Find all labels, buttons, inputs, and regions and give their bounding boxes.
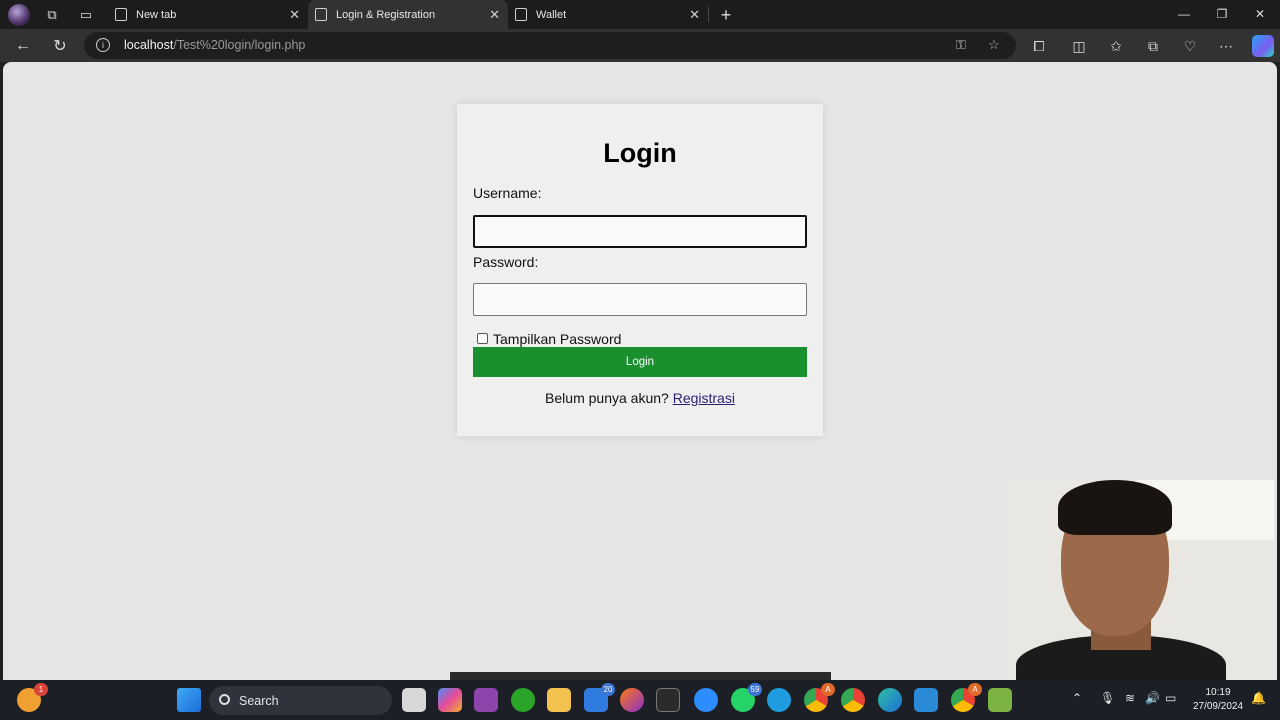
chrome-icon[interactable]: A [804,683,835,712]
password-label: Password: [473,254,539,270]
webcam-overlay [1006,480,1274,680]
register-prompt: Belum punya akun? Registrasi [457,390,823,406]
terminal-icon[interactable] [656,688,680,712]
close-tab-icon[interactable]: ✕ [289,7,300,23]
tab-new-tab[interactable]: New tab ✕ [108,0,308,29]
chrome-icon[interactable]: A [951,683,982,712]
notification-badge: 1 [34,683,48,696]
key-icon[interactable]: ⚿ [952,36,970,54]
copilot-icon[interactable] [1252,35,1274,57]
login-button[interactable]: Login [473,347,807,377]
register-link[interactable]: Registrasi [673,390,735,406]
tab-actions-icon[interactable]: ▭ [75,4,97,26]
task-view-icon[interactable] [402,688,426,712]
minimize-icon[interactable]: — [1173,4,1195,24]
collections-icon[interactable]: ⧉ [1142,35,1164,57]
search-icon [219,694,230,705]
tab-login-registration[interactable]: Login & Registration ✕ [308,0,508,29]
close-tab-icon[interactable]: ✕ [489,7,500,23]
battery-icon[interactable]: ▭ [1165,691,1176,705]
page-icon [315,8,327,21]
app-icon[interactable] [474,688,498,712]
refresh-icon[interactable]: ↻ [48,34,72,58]
username-input[interactable] [473,215,807,248]
address-bar[interactable]: i localhost/Test%20login/login.php ⚿ ☆ [84,32,1016,59]
tab-strip: ⧉ ▭ New tab ✕ Login & Registration ✕ Wal… [0,0,1280,29]
close-window-icon[interactable]: ✕ [1249,4,1271,24]
register-prompt-text: Belum punya akun? [545,390,669,406]
zoom-icon[interactable] [694,688,718,712]
clock-date: 27/09/2024 [1192,701,1244,712]
notification-badge: A [968,683,982,696]
chrome-icon[interactable] [841,688,865,712]
navigation-bar: ← ↻ i localhost/Test%20login/login.php ⚿… [0,29,1280,62]
presenter-hair [1058,480,1172,535]
notification-badge: 20 [601,683,615,696]
wallet-icon [515,8,527,21]
clock[interactable]: 10:19 27/09/2024 [1188,686,1248,714]
edge-icon[interactable] [878,688,902,712]
volume-icon[interactable]: 🔊 [1145,691,1160,705]
app-icon[interactable]: 20 [584,683,615,712]
extensions-icon[interactable]: ⧠ [1028,35,1050,57]
tab-label: Wallet [536,8,567,21]
site-info-icon[interactable]: i [96,38,110,52]
copilot-app-icon[interactable] [438,688,462,712]
microphone-icon[interactable]: 🎙 [1100,691,1115,705]
page-title: Login [603,138,677,168]
file-explorer-icon[interactable] [547,688,571,712]
browser-essentials-icon[interactable]: ♡ [1179,35,1201,57]
workspaces-icon[interactable]: ⧉ [41,4,63,26]
xbox-icon[interactable] [511,688,535,712]
search-box[interactable]: Search [209,686,392,715]
url-text[interactable]: localhost/Test%20login/login.php [124,38,305,52]
notification-badge: 59 [748,683,762,696]
favorites-icon[interactable]: ✩ [1105,35,1127,57]
more-options-icon[interactable]: ⋯ [1215,35,1237,57]
whatsapp-icon[interactable]: 59 [731,683,762,712]
back-icon[interactable]: ← [11,34,35,58]
profile-avatar[interactable] [8,4,30,26]
window-icon [115,8,127,21]
show-password-checkbox[interactable] [477,333,488,344]
tab-label: Login & Registration [336,8,436,21]
android-studio-icon[interactable] [988,688,1012,712]
chevron-up-icon[interactable]: ⌃ [1072,691,1082,705]
tab-separator [708,7,709,22]
vscode-icon[interactable] [914,688,938,712]
notification-badge: A [821,683,835,696]
weather-widget-icon[interactable]: 1 [17,683,48,712]
restore-icon[interactable]: ❐ [1211,4,1233,24]
close-tab-icon[interactable]: ✕ [689,7,700,23]
search-placeholder: Search [239,693,279,708]
new-tab-icon[interactable]: + [715,4,737,26]
firefox-icon[interactable] [620,688,644,712]
tab-wallet[interactable]: Wallet ✕ [508,0,708,29]
app-icon[interactable] [767,688,791,712]
overlay-strip [450,672,831,680]
wifi-icon[interactable]: ≋ [1125,691,1135,705]
notifications-bell-icon[interactable]: 🔔 [1251,691,1266,705]
login-card: Login Username: Password: Tampilkan Pass… [457,104,823,436]
start-icon[interactable] [177,688,201,712]
tab-label: New tab [136,8,177,21]
taskbar: 1 Search 20 59 A A ⌃ 🎙 ≋ 🔊 ▭ 10:19 27/09… [0,680,1280,720]
split-screen-icon[interactable]: ◫ [1068,35,1090,57]
clock-time: 10:19 [1205,687,1231,698]
favorite-star-icon[interactable]: ☆ [985,36,1003,54]
username-label: Username: [473,185,542,201]
password-input[interactable] [473,283,807,316]
show-password-label[interactable]: Tampilkan Password [493,331,621,347]
